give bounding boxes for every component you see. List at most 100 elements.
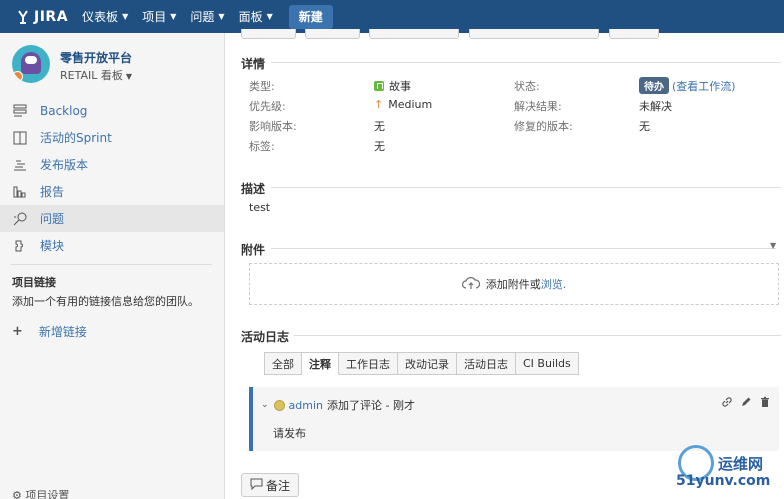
rocket-window <box>25 56 37 64</box>
story-icon <box>374 81 384 91</box>
sidebar-item-label: 报告 <box>40 185 65 199</box>
attachments-divider <box>271 248 776 249</box>
plus-icon: + <box>12 324 23 339</box>
comment-item: ⌄ admin 添加了评论 - 刚才 请发布 <box>249 387 779 451</box>
status-lozenge: 待办 <box>639 77 669 94</box>
tab-history[interactable]: 改动记录 <box>398 352 457 375</box>
browse-link[interactable]: 浏览. <box>541 276 567 292</box>
description-text[interactable]: test <box>249 201 270 214</box>
release-icon <box>12 157 28 173</box>
labels-label: 标签: <box>249 140 275 153</box>
toolbar-button[interactable] <box>609 29 659 39</box>
sidebar-divider <box>10 264 212 265</box>
tab-activity[interactable]: 活动日志 <box>457 352 516 375</box>
sidebar-item-label: 活动的Sprint <box>40 131 112 145</box>
description-divider <box>271 187 781 188</box>
jira-logo-icon <box>16 9 30 24</box>
toolbar-button[interactable] <box>305 29 360 39</box>
sidebar-item-issues[interactable]: 问题 <box>0 205 224 232</box>
project-settings-label: 项目设置 <box>25 489 70 499</box>
attachment-drop-text: 添加附件或 <box>485 278 541 291</box>
comment-meta: 添加了评论 - 刚才 <box>327 399 415 412</box>
nav-issues-label: 问题 <box>190 10 215 24</box>
toolbar-button[interactable] <box>241 29 296 39</box>
tab-work-log[interactable]: 工作日志 <box>339 352 398 375</box>
chevron-down-icon: ▼ <box>266 12 273 21</box>
fix-version-label: 修复的版本: <box>514 120 573 133</box>
toolbar-button[interactable] <box>469 29 599 39</box>
details-divider <box>271 62 781 63</box>
nav-projects[interactable]: 项目 ▼ <box>142 8 176 25</box>
affects-version-value: 无 <box>374 120 385 133</box>
type-value-text: 故事 <box>389 80 411 93</box>
issue-main-panel: 详情 类型: 故事 优先级: ↑ Medium 影响版本: 无 标签: 无 状态:… <box>226 29 784 499</box>
resolution-label: 解决结果: <box>514 100 562 113</box>
link-icon[interactable] <box>721 396 733 411</box>
chevron-down-icon: ▼ <box>122 12 129 21</box>
comment-bubble-icon <box>250 478 263 493</box>
project-links-title: 项目链接 <box>12 276 56 289</box>
jira-logo-text: JIRA <box>34 8 69 25</box>
activity-divider <box>294 335 781 336</box>
priority-value: ↑ Medium <box>374 98 432 111</box>
project-settings-link[interactable]: ⚙ 项目设置 <box>12 487 69 499</box>
affects-version-label: 影响版本: <box>249 120 297 133</box>
view-workflow-link[interactable]: (查看工作流) <box>672 78 736 94</box>
sidebar-item-backlog[interactable]: Backlog <box>0 97 224 124</box>
add-comment-label: 备注 <box>266 478 291 493</box>
attachment-dropzone[interactable]: 添加附件或 浏览. <box>249 263 779 305</box>
project-sidebar: 零售开放平台 RETAIL 看板 ▼ Backlog 活动的Sprint 发布版本… <box>0 33 225 499</box>
report-icon <box>12 184 28 200</box>
description-title: 描述 <box>241 182 266 196</box>
add-link-button[interactable]: + 新增链接 <box>12 323 87 340</box>
edit-pencil-icon[interactable] <box>740 396 752 411</box>
toolbar-button[interactable] <box>369 29 459 39</box>
sidebar-item-reports[interactable]: 报告 <box>0 178 224 205</box>
nav-issues[interactable]: 问题 ▼ <box>190 8 224 25</box>
sidebar-item-components[interactable]: 模块 <box>0 232 224 259</box>
project-avatar[interactable] <box>12 45 50 83</box>
nav-projects-label: 项目 <box>142 10 167 24</box>
create-button[interactable]: 新建 <box>288 4 333 29</box>
status-value: 待办 (查看工作流) <box>639 77 736 94</box>
sidebar-item-active-sprint[interactable]: 活动的Sprint <box>0 124 224 151</box>
chevron-down-icon[interactable]: ⌄ <box>261 400 269 410</box>
watermark-text: 运维网 <box>718 455 764 473</box>
chevron-down-icon: ▼ <box>218 12 225 21</box>
tab-comments[interactable]: 注释 <box>302 352 339 375</box>
backlog-icon <box>12 103 28 119</box>
resolution-value: 未解决 <box>639 100 672 113</box>
watermark-subtext: 51yunv.com <box>676 473 771 489</box>
project-header: 零售开放平台 RETAIL 看板 ▼ <box>12 45 212 89</box>
chevron-down-icon: ▼ <box>125 72 133 81</box>
nav-boards[interactable]: 面板 ▼ <box>239 8 273 25</box>
add-comment-button[interactable]: 备注 <box>241 473 300 497</box>
delete-trash-icon[interactable] <box>759 396 771 411</box>
priority-up-arrow-icon: ↑ <box>374 98 384 111</box>
tab-all[interactable]: 全部 <box>264 352 302 375</box>
issue-toolbar <box>241 29 661 41</box>
issues-icon <box>12 211 28 227</box>
project-links-description: 添加一个有用的链接信息给您的团队。 <box>12 295 199 308</box>
priority-value-text: Medium <box>388 98 433 111</box>
tab-ci-builds[interactable]: CI Builds <box>516 352 579 375</box>
jira-logo[interactable]: JIRA <box>16 9 68 25</box>
sidebar-item-label: Backlog <box>40 103 88 118</box>
details-title: 详情 <box>241 57 266 71</box>
sidebar-menu: Backlog 活动的Sprint 发布版本 报告 问题 模块 <box>0 97 224 259</box>
sidebar-item-releases[interactable]: 发布版本 <box>0 151 224 178</box>
nav-dashboards-label: 仪表板 <box>82 10 119 24</box>
cloud-upload-icon <box>461 276 480 293</box>
sprint-icon <box>12 130 28 146</box>
add-link-label: 新增链接 <box>38 325 87 339</box>
user-avatar-icon <box>273 399 285 411</box>
activity-tabs: 全部 注释 工作日志 改动记录 活动日志 CI Builds <box>264 352 579 375</box>
chevron-down-icon: ▼ <box>170 12 177 21</box>
nav-dashboards[interactable]: 仪表板 ▼ <box>82 8 128 25</box>
comment-author-link[interactable]: admin <box>289 399 323 412</box>
attachments-menu-icon[interactable]: ▼ <box>770 241 776 250</box>
board-selector[interactable]: RETAIL 看板 ▼ <box>60 67 132 83</box>
components-icon <box>12 238 28 254</box>
project-name[interactable]: 零售开放平台 <box>60 49 132 66</box>
labels-value: 无 <box>374 140 385 153</box>
